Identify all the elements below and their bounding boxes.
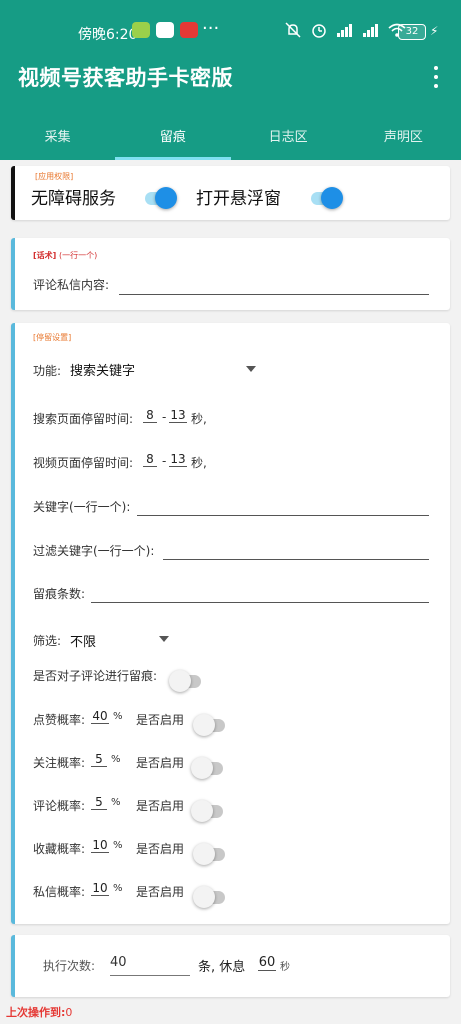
comment-enable-toggle[interactable] <box>191 799 225 823</box>
follow-enable-toggle[interactable] <box>191 756 225 780</box>
video-seconds: 秒, <box>191 456 207 470</box>
probability-input[interactable]: 5 <box>91 795 107 810</box>
mute-icon <box>285 22 301 38</box>
trace-count-label: 留痕条数: <box>33 587 86 601</box>
enable-label: 是否启用 <box>136 799 185 813</box>
overlay-label: 打开悬浮窗 <box>196 189 281 209</box>
tab-trace[interactable]: 留痕 <box>115 112 231 160</box>
stay-settings-card: [停留设置] 功能: 搜索关键字 搜索页面停留时间: 8 - 13 秒, 视频页… <box>11 323 450 924</box>
video-dash: - <box>162 454 167 468</box>
last-operation-label: 上次操作到: <box>6 1006 66 1019</box>
probability-label: 评论概率: <box>33 799 86 813</box>
system-icons <box>284 22 406 38</box>
filter-keywords-label: 过滤关键字(一行一个): <box>33 544 155 558</box>
message-enable-toggle[interactable] <box>193 885 227 909</box>
probability-label: 私信概率: <box>33 885 86 899</box>
probability-label: 收藏概率: <box>33 842 86 856</box>
tab-log[interactable]: 日志区 <box>231 112 346 160</box>
search-dash: - <box>162 410 167 424</box>
percent-sign: % <box>113 711 123 722</box>
script-tag-hint: (一行一个) <box>59 251 98 260</box>
percent-sign: % <box>111 754 121 765</box>
script-card: [话术] (一行一个) 评论私信内容: <box>11 238 450 310</box>
stay-tag: [停留设置] <box>33 333 72 342</box>
sub-comment-toggle[interactable] <box>169 669 203 693</box>
battery-icon: 32 <box>398 24 426 40</box>
comment-label: 评论私信内容: <box>33 278 110 292</box>
tab-bar: 采集 留痕 日志区 声明区 <box>0 112 461 160</box>
search-max-input[interactable]: 13 <box>169 408 187 423</box>
accessibility-toggle[interactable] <box>143 186 177 210</box>
search-stay-label: 搜索页面停留时间: <box>33 412 134 426</box>
like-enable-toggle[interactable] <box>193 713 227 737</box>
percent-sign: % <box>113 840 123 851</box>
tab-statement[interactable]: 声明区 <box>346 112 461 160</box>
charging-icon: ⚡ <box>430 24 439 38</box>
filter-label: 筛选: <box>33 634 62 648</box>
app-notification-icon <box>180 22 198 38</box>
probability-label: 关注概率: <box>33 756 86 770</box>
filter-dropdown-icon[interactable] <box>159 636 169 642</box>
status-bar: 傍晚6:20 ··· 32 ⚡ <box>0 0 461 52</box>
app-bar: 傍晚6:20 ··· 32 ⚡ 视频号获客助手卡密版 采集 留痕 日志区 声明区 <box>0 0 461 160</box>
percent-sign: % <box>111 797 121 808</box>
enable-label: 是否启用 <box>136 713 185 727</box>
probability-label: 点赞概率: <box>33 713 86 727</box>
search-seconds: 秒, <box>191 412 207 426</box>
trace-count-underline <box>91 602 429 603</box>
rest-input[interactable]: 60 <box>258 955 276 971</box>
trace-count-input[interactable] <box>91 583 429 602</box>
probability-input[interactable]: 10 <box>91 838 109 853</box>
probability-input[interactable]: 10 <box>91 881 109 896</box>
permissions-tag: [应用权限] <box>35 172 74 181</box>
wechat-icon <box>132 22 150 38</box>
video-max-input[interactable]: 13 <box>169 452 187 467</box>
search-min-input[interactable]: 8 <box>143 408 157 423</box>
probability-input[interactable]: 40 <box>91 709 109 724</box>
keywords-label: 关键字(一行一个): <box>33 500 131 514</box>
script-tag: [话术] <box>33 251 57 260</box>
rest-unit: 秒 <box>280 962 290 973</box>
last-operation-value: 0 <box>65 1006 73 1019</box>
filter-keywords-input[interactable] <box>163 540 429 559</box>
function-label: 功能: <box>33 364 62 378</box>
more-notifications-icon: ··· <box>202 18 220 39</box>
exec-count-label: 执行次数: <box>43 959 96 973</box>
signal-icon <box>337 24 352 37</box>
video-min-input[interactable]: 8 <box>143 452 157 467</box>
enable-label: 是否启用 <box>136 756 185 770</box>
signal-icon-2 <box>363 24 378 37</box>
comment-input[interactable] <box>119 274 429 294</box>
function-select[interactable]: 搜索关键字 <box>70 360 135 379</box>
keywords-underline <box>137 515 429 516</box>
qq-icon <box>156 22 174 38</box>
enable-label: 是否启用 <box>136 885 185 899</box>
comment-input-underline <box>119 294 429 295</box>
favorite-enable-toggle[interactable] <box>193 842 227 866</box>
filter-select[interactable]: 不限 <box>70 631 96 650</box>
rest-label: 条, 休息 <box>198 960 246 975</box>
function-dropdown-icon[interactable] <box>246 366 256 372</box>
video-stay-label: 视频页面停留时间: <box>33 456 134 470</box>
tab-collect[interactable]: 采集 <box>0 112 115 160</box>
keywords-input[interactable] <box>137 496 429 515</box>
percent-sign: % <box>113 883 123 894</box>
enable-label: 是否启用 <box>136 842 185 856</box>
notification-icons <box>132 22 198 38</box>
execution-card: 执行次数: 40 条, 休息 60 秒 <box>11 935 450 997</box>
exec-count-underline <box>110 975 190 976</box>
sub-comment-label: 是否对子评论进行留痕: <box>33 669 158 683</box>
app-title: 视频号获客助手卡密版 <box>18 66 233 90</box>
accessibility-label: 无障碍服务 <box>31 189 116 209</box>
last-operation: 上次操作到:0 <box>6 1004 72 1020</box>
overlay-toggle[interactable] <box>309 186 343 210</box>
alarm-icon <box>312 24 326 38</box>
probability-input[interactable]: 5 <box>91 752 107 767</box>
permissions-card: [应用权限] 无障碍服务 打开悬浮窗 <box>11 166 450 220</box>
exec-count-input[interactable]: 40 <box>110 955 190 975</box>
status-time: 傍晚6:20 <box>78 27 138 43</box>
overflow-menu-icon[interactable] <box>428 64 444 90</box>
filter-keywords-underline <box>163 559 429 560</box>
